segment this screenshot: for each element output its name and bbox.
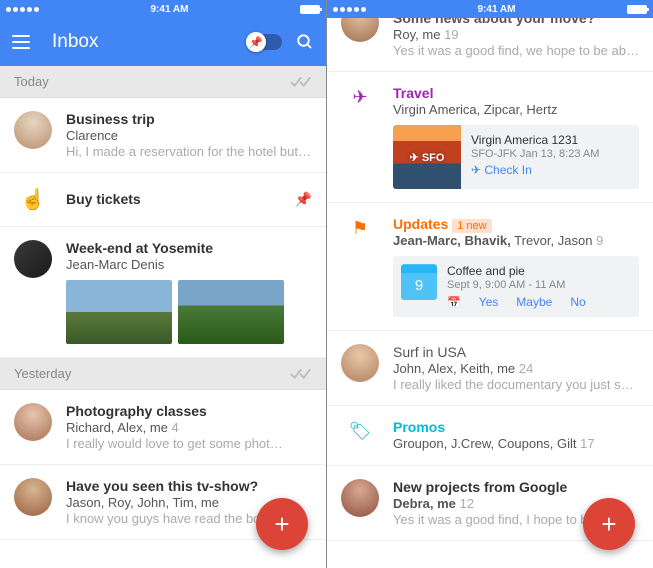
email-title: Some news about your move? [393,18,639,26]
sweep-icon[interactable] [290,367,312,381]
battery-icon [300,5,320,14]
flight-subtitle: SFO-JFK Jan 13, 8:23 AM [471,148,629,160]
reminder-icon: ☝ [14,187,52,212]
bundle-senders: Virgin America, Zipcar, Hertz [393,102,639,117]
email-item[interactable]: Photography classes Richard, Alex, me 4 … [0,390,326,465]
flight-title: Virgin America 1231 [471,133,629,147]
section-label: Today [14,74,49,89]
email-preview: I really would love to get some phot… [66,436,312,451]
flight-image: ✈ SFO [393,125,461,189]
status-bar: 9:41 AM [327,0,653,18]
bundle-senders: Groupon, J.Crew, Coupons, Gilt 17 [393,436,639,451]
sweep-icon[interactable] [290,75,312,89]
email-sender: John, Alex, Keith, me 24 [393,361,639,376]
bundle-promos[interactable]: 🏷 Promos Groupon, J.Crew, Coupons, Gilt … [327,406,653,466]
pin-icon[interactable]: 📌 [295,191,312,208]
bundle-travel[interactable]: ✈ Travel Virgin America, Zipcar, Hertz ✈… [327,72,653,203]
email-preview: Yes it was a good find, we hope to be ab… [393,43,639,58]
app-bar: Inbox 📌 [0,18,326,66]
rsvp-yes[interactable]: Yes [479,295,499,309]
status-bar: 9:41 AM [0,0,326,18]
status-time: 9:41 AM [151,4,189,15]
email-item[interactable]: Week-end at Yosemite Jean-Marc Denis [0,227,326,358]
menu-icon[interactable] [12,35,30,49]
calendar-small-icon: 📅 [447,296,461,309]
pin-toggle[interactable]: 📌 [248,34,282,50]
app-title: Inbox [52,31,248,53]
bundle-senders: Jean-Marc, Bhavik, Trevor, Jason 9 [393,233,639,248]
email-sender: Clarence [66,128,312,143]
signal-dots-icon [6,7,39,12]
email-sender: Roy, me 19 [393,27,639,42]
status-time: 9:41 AM [478,4,516,15]
email-item[interactable]: Surf in USA John, Alex, Keith, me 24 I r… [327,331,653,406]
email-item[interactable]: Business trip Clarence Hi, I made a rese… [0,98,326,173]
compose-fab[interactable]: + [583,498,635,550]
new-badge: 1 new [452,219,491,233]
avatar [341,344,379,382]
email-preview: I really liked the documentary you just … [393,377,639,392]
attachment-thumb[interactable] [178,280,284,344]
email-title: Have you seen this tv-show? [66,478,312,494]
email-title: Week-end at Yosemite [66,240,312,256]
email-title: Business trip [66,111,312,127]
tag-icon: 🏷 [341,419,379,452]
reminder-item[interactable]: ☝ Buy tickets 📌 [0,173,326,227]
checkin-link[interactable]: ✈ Check In [471,163,629,177]
avatar [341,479,379,517]
plane-icon: ✈ [341,85,379,189]
avatar [14,240,52,278]
battery-icon [627,5,647,14]
avatar [14,478,52,516]
email-title: Surf in USA [393,344,639,360]
bundle-updates[interactable]: ⚑ Updates1 new Jean-Marc, Bhavik, Trevor… [327,203,653,331]
bundle-title: Updates1 new [393,216,639,232]
pin-icon: 📌 [246,32,266,52]
calendar-icon: 9 [401,264,437,300]
avatar [341,18,379,42]
section-label: Yesterday [14,366,71,381]
email-sender: Jean-Marc Denis [66,257,312,272]
event-title: Coffee and pie [447,264,631,278]
email-title: Photography classes [66,403,312,419]
signal-dots-icon [333,7,366,12]
email-preview: Hi, I made a reservation for the hotel b… [66,144,312,159]
avatar [14,403,52,441]
bundle-title: Travel [393,85,639,101]
flag-icon: ⚑ [341,216,379,317]
rsvp-no[interactable]: No [570,295,585,309]
compose-fab[interactable]: + [256,498,308,550]
attachment-thumb[interactable] [66,280,172,344]
flight-card[interactable]: ✈ SFO Virgin America 1231 SFO-JFK Jan 13… [393,125,639,189]
avatar [14,111,52,149]
email-title: New projects from Google [393,479,639,495]
email-item[interactable]: Some news about your move? Roy, me 19 Ye… [327,18,653,72]
search-icon[interactable] [296,33,314,51]
event-time: Sept 9, 9:00 AM - 11 AM [447,279,631,291]
event-card[interactable]: 9 Coffee and pie Sept 9, 9:00 AM - 11 AM… [393,256,639,317]
email-sender: Richard, Alex, me 4 [66,420,312,435]
section-header-yesterday: Yesterday [0,358,326,390]
rsvp-maybe[interactable]: Maybe [516,295,552,309]
reminder-title: Buy tickets [66,191,281,207]
section-header-today: Today [0,66,326,98]
bundle-title: Promos [393,419,639,435]
